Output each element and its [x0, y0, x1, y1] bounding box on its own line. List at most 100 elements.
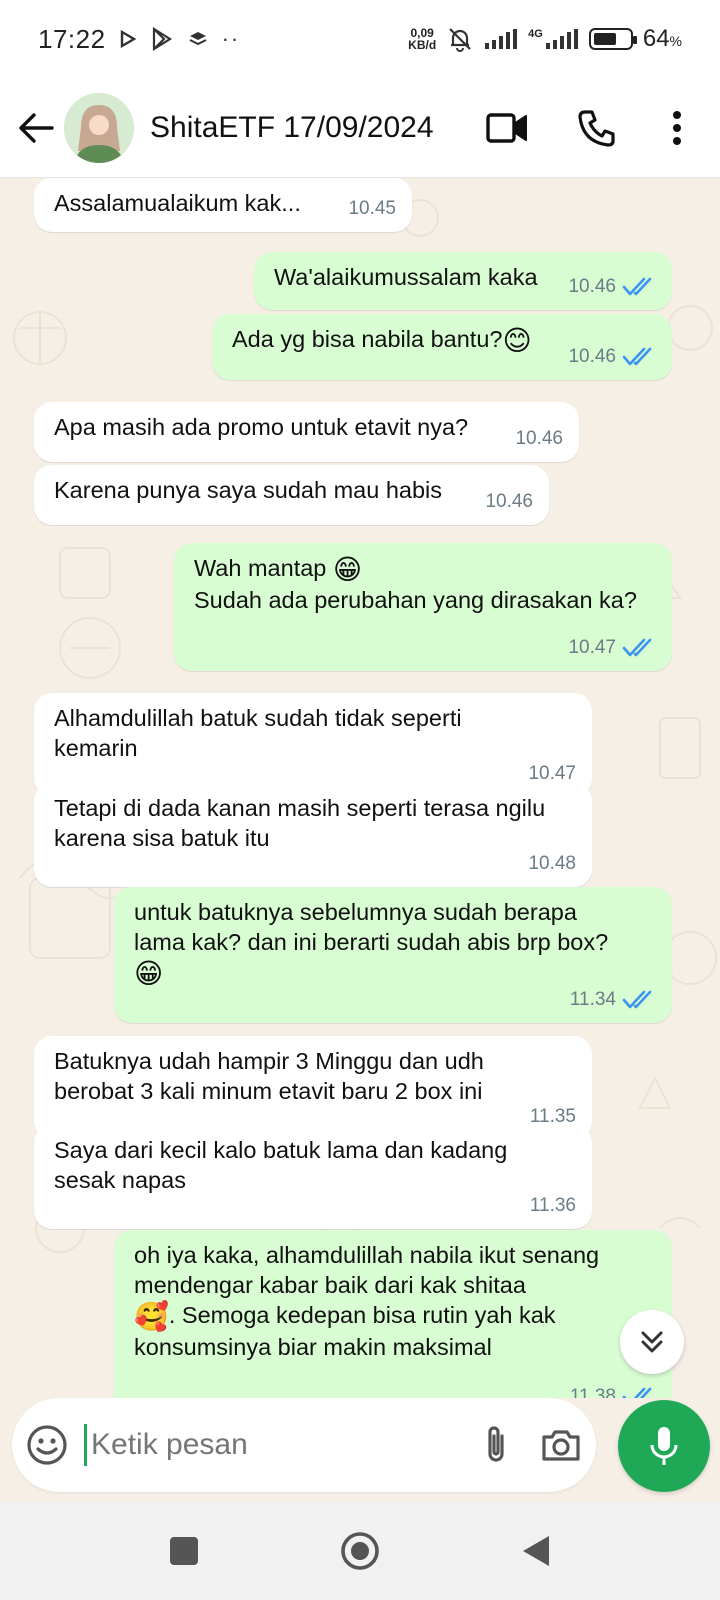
- scroll-to-bottom-button[interactable]: [620, 1310, 684, 1374]
- message-text-part: Alhamdulillah batuk sudah tidak seperti …: [54, 705, 462, 761]
- message-text-part: Saya dari kecil kalo batuk lama dan kada…: [54, 1137, 508, 1193]
- message-meta: 10.46: [568, 342, 656, 372]
- more-notifications-icon: ··: [221, 26, 241, 51]
- message-text-part: Assalamualaikum kak...: [54, 190, 301, 216]
- message-text-part: Batuknya udah hampir 3 Minggu dan udh be…: [54, 1048, 484, 1104]
- message-meta: 11.34: [570, 985, 656, 1015]
- recent-apps-button[interactable]: [156, 1523, 212, 1579]
- contact-avatar[interactable]: [64, 92, 134, 163]
- speed-unit: KB/d: [408, 38, 437, 52]
- arrow-left-icon: [19, 112, 54, 143]
- outgoing-message[interactable]: untuk batuknya sebelumnya sudah berapa l…: [114, 887, 672, 1023]
- avatar-image: [64, 92, 134, 163]
- outgoing-message[interactable]: oh iya kaka, alhamdulillah nabila ikut s…: [114, 1230, 672, 1398]
- menu-button[interactable]: [642, 93, 712, 163]
- emoji-icon: [27, 1425, 67, 1465]
- battery-icon: [588, 28, 637, 50]
- message-text: Wah mantap 😁 Sudah ada perubahan yang di…: [194, 553, 652, 637]
- message-text-part: untuk batuknya sebelumnya sudah berapa l…: [134, 899, 609, 955]
- message-text-part: Wa'alaikumussalam kaka: [274, 264, 538, 290]
- message-text: oh iya kaka, alhamdulillah nabila ikut s…: [134, 1240, 652, 1384]
- message-text-part: oh iya kaka, alhamdulillah nabila ikut s…: [134, 1242, 600, 1298]
- camera-button[interactable]: [540, 1415, 582, 1475]
- chat-area[interactable]: Assalamualaikum kak... 10.45 Wa'alaikumuss…: [0, 178, 720, 1398]
- emoji: 😁: [134, 957, 164, 989]
- signal-4g-icon: [545, 29, 578, 49]
- emoji-button[interactable]: [26, 1415, 68, 1475]
- message-text: Tetapi di dada kanan masih seperti teras…: [54, 793, 572, 875]
- emoji: 😊: [502, 324, 532, 356]
- network-type: 4G: [528, 28, 543, 40]
- back-nav-button[interactable]: [508, 1523, 564, 1579]
- message-text-part: Sudah ada perubahan yang dirasakan ka?: [194, 586, 637, 613]
- paperclip-icon: [487, 1426, 504, 1462]
- message-time: 10.46: [568, 276, 616, 297]
- voice-message-button[interactable]: [618, 1400, 710, 1492]
- square-icon: [170, 1537, 198, 1565]
- chat-title[interactable]: ShitaETF 17/09/2024: [150, 111, 434, 145]
- read-ticks-icon: [622, 990, 652, 1009]
- message-text-part: Apa masih ada promo untuk etavit nya?: [54, 414, 469, 440]
- message-meta: 11.36: [530, 1191, 576, 1221]
- incoming-message[interactable]: Assalamualaikum kak... 10.45: [34, 178, 412, 232]
- status-bar: 17:22 ·· 0,09 KB/d 4G 64%: [0, 0, 720, 78]
- message-time: 10.46: [515, 428, 563, 449]
- message-text-part: Ada yg bisa nabila bantu?: [232, 326, 503, 352]
- message-time: 11.38: [569, 1386, 616, 1398]
- voice-call-button[interactable]: [552, 93, 642, 163]
- incoming-message[interactable]: Alhamdulillah batuk sudah tidak seperti …: [34, 693, 592, 797]
- attach-button[interactable]: [477, 1415, 514, 1475]
- circle-icon: [341, 1532, 379, 1570]
- message-time: 10.46: [568, 346, 616, 367]
- outgoing-message[interactable]: Wa'alaikumussalam kaka 10.46: [254, 252, 672, 310]
- emoji: 😁: [332, 553, 363, 585]
- message-text: Apa masih ada promo untuk etavit nya?: [54, 412, 559, 442]
- message-text-part: Wah mantap: [194, 555, 327, 581]
- battery-unit: %: [669, 33, 682, 49]
- notification-icons: ··: [120, 26, 241, 52]
- home-button[interactable]: [332, 1523, 388, 1579]
- message-text-part: Karena punya saya sudah mau habis: [54, 477, 443, 503]
- emoji: 🥰: [134, 1300, 169, 1332]
- double-chevron-down-icon: [641, 1331, 663, 1353]
- read-ticks-icon: [622, 638, 652, 657]
- incoming-message[interactable]: Tetapi di dada kanan masih seperti teras…: [34, 783, 592, 887]
- network-speed: 0,09 KB/d: [408, 27, 436, 51]
- message-meta: 10.46: [515, 424, 563, 454]
- message-meta: 10.47: [568, 633, 656, 663]
- message-text-part: . Semoga kedepan bisa rutin yah kak kons…: [134, 1302, 556, 1360]
- read-ticks-icon: [622, 347, 652, 366]
- signal-icon: [485, 29, 518, 49]
- battery-fill: [593, 33, 616, 45]
- message-meta: 10.45: [348, 194, 396, 224]
- message-meta: 11.38: [570, 1382, 656, 1398]
- message-text: Batuknya udah hampir 3 Minggu dan udh be…: [54, 1046, 572, 1128]
- message-time: 10.47: [568, 637, 616, 658]
- message-meta: 10.46: [485, 487, 533, 517]
- camera-icon: [542, 1430, 580, 1461]
- message-meta: 10.46: [568, 272, 656, 302]
- message-time: 10.46: [485, 491, 533, 512]
- read-ticks-icon: [622, 277, 652, 296]
- system-navigation-bar: [0, 1502, 720, 1600]
- outgoing-message[interactable]: Wah mantap 😁 Sudah ada perubahan yang di…: [174, 543, 672, 671]
- battery-value: 64: [642, 25, 670, 52]
- play-notification-icon: [120, 30, 136, 48]
- message-time: 10.45: [348, 198, 396, 219]
- message-text-part: Tetapi di dada kanan masih seperti teras…: [54, 795, 546, 851]
- layers-icon: [189, 32, 207, 46]
- incoming-message[interactable]: Saya dari kecil kalo batuk lama dan kada…: [34, 1125, 592, 1229]
- video-camera-icon: [486, 112, 527, 143]
- microphone-icon: [650, 1427, 678, 1465]
- message-text: Alhamdulillah batuk sudah tidak seperti …: [54, 703, 572, 785]
- battery-percent: 64%: [643, 25, 682, 53]
- video-call-button[interactable]: [462, 93, 552, 163]
- incoming-message[interactable]: Apa masih ada promo untuk etavit nya? 10.…: [34, 402, 579, 462]
- outgoing-message[interactable]: Ada yg bisa nabila bantu?😊 10.46: [212, 314, 672, 380]
- message-input-bar: [12, 1398, 596, 1492]
- message-text: Saya dari kecil kalo batuk lama dan kada…: [54, 1135, 572, 1217]
- incoming-message[interactable]: Karena punya saya sudah mau habis 10.46: [34, 465, 549, 525]
- status-time: 17:22: [38, 23, 106, 54]
- message-input[interactable]: [84, 1424, 477, 1466]
- back-button[interactable]: [4, 96, 68, 160]
